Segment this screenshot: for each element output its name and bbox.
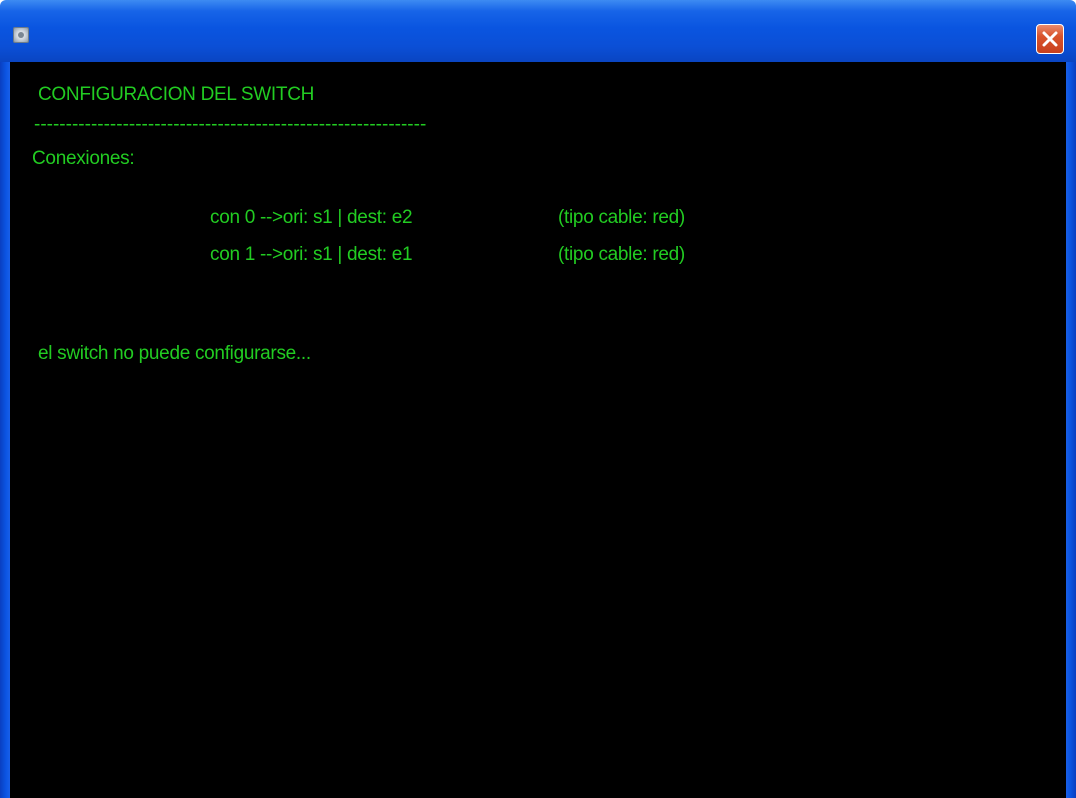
connections-label: Conexiones: [32, 148, 135, 169]
console-heading: CONFIGURACION DEL SWITCH [38, 84, 315, 105]
close-icon [1042, 31, 1058, 47]
app-icon[interactable] [13, 27, 29, 43]
console-separator: ----------------------------------------… [34, 114, 427, 135]
console-output: CONFIGURACION DEL SWITCH ---------------… [10, 62, 1066, 798]
close-button[interactable] [1036, 24, 1064, 54]
connection-0-text: con 0 -->ori: s1 | dest: e2 [210, 207, 413, 228]
app-window: CONFIGURACION DEL SWITCH ---------------… [0, 0, 1076, 798]
window-frame-right [1066, 62, 1076, 798]
connection-0-cable: (tipo cable: red) [558, 207, 685, 228]
window-frame-left [0, 62, 10, 798]
connection-1-text: con 1 -->ori: s1 | dest: e1 [210, 244, 413, 265]
connection-1-cable: (tipo cable: red) [558, 244, 685, 265]
status-message: el switch no puede configurarse... [38, 343, 311, 364]
title-bar[interactable] [0, 0, 1076, 62]
